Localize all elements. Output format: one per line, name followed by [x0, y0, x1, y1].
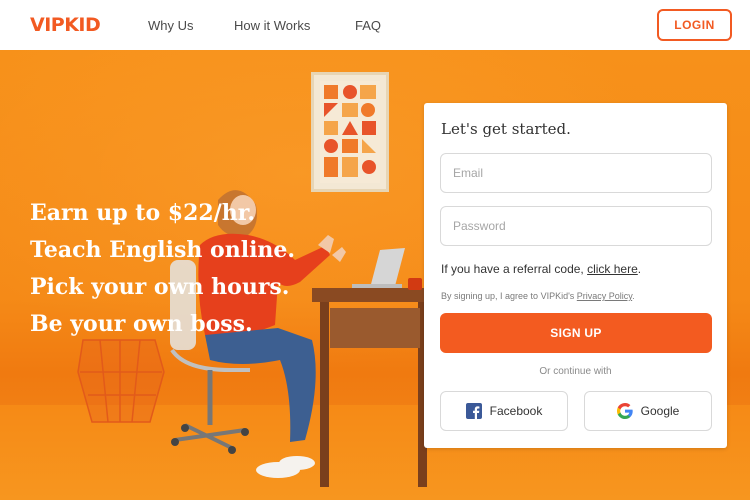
privacy-policy-link[interactable]: Privacy Policy — [577, 291, 632, 301]
terms-prefix: By signing up, I agree to VIPKid's — [441, 291, 577, 301]
hero-line-boss: Be your own boss. — [30, 311, 253, 337]
form-title: Let's get started. — [441, 120, 571, 138]
email-field[interactable] — [440, 153, 712, 193]
signup-card: Let's get started. If you have a referra… — [424, 103, 727, 448]
referral-text: If you have a referral code, click here. — [441, 261, 641, 277]
login-button[interactable]: LOGIN — [657, 9, 732, 41]
facebook-label: Facebook — [489, 404, 543, 418]
referral-link[interactable]: click here — [587, 262, 638, 276]
referral-prefix: If you have a referral code, — [441, 262, 588, 276]
facebook-icon — [465, 403, 482, 419]
hero-copy: Earn up to $22/hr. Teach English online.… — [30, 195, 295, 343]
nav-faq[interactable]: FAQ — [355, 18, 381, 34]
mug — [408, 278, 422, 290]
referral-suffix: . — [637, 262, 642, 276]
signup-button[interactable]: SIGN UP — [440, 313, 712, 353]
or-continue-text: Or continue with — [539, 366, 612, 377]
laptop — [352, 248, 405, 288]
side-table — [77, 339, 165, 423]
desk — [312, 288, 430, 487]
vipkid-logo[interactable]: VIPKID — [30, 14, 101, 36]
hero-line-teach: Teach English online. — [30, 237, 296, 263]
hero-line-hours: Pick your own hours. — [30, 274, 290, 300]
facebook-button[interactable]: Facebook — [440, 391, 568, 431]
google-icon — [616, 403, 633, 419]
terms-text: By signing up, I agree to VIPKid's Priva… — [441, 290, 635, 302]
hero-line-earn: Earn up to $22/hr. — [30, 200, 255, 226]
terms-suffix: . — [632, 291, 635, 301]
password-field[interactable] — [440, 206, 712, 246]
nav-why-us[interactable]: Why Us — [148, 18, 194, 34]
google-label: Google — [640, 404, 680, 418]
google-button[interactable]: Google — [584, 391, 712, 431]
nav-how-it-works[interactable]: How it Works — [234, 18, 310, 34]
top-header: VIPKID Why Us How it Works FAQ LOGIN — [0, 0, 750, 50]
logo-text: VIPKID — [30, 14, 101, 36]
